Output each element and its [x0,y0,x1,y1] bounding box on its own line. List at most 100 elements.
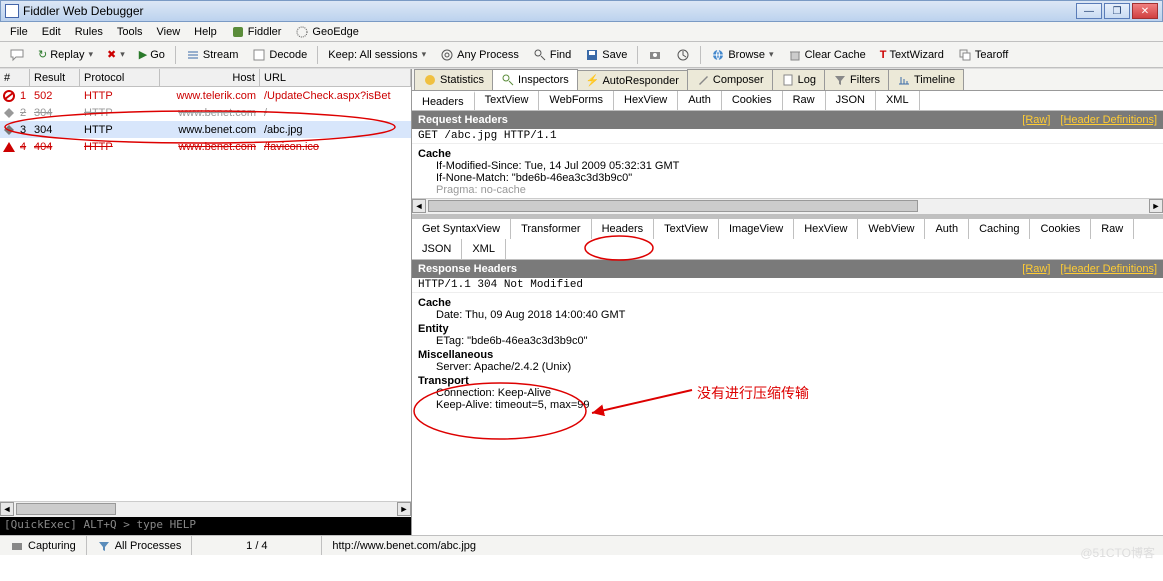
sess-result: 404 [30,141,80,153]
status-allprocesses[interactable]: All Processes [87,536,193,555]
reqhdr-raw-link[interactable]: [Raw] [1022,114,1050,126]
req-hscroll[interactable]: ◄ ► [412,198,1163,214]
menu-edit[interactable]: Edit [36,24,67,40]
resptab-cookies[interactable]: Cookies [1030,219,1091,239]
reqtab-raw[interactable]: Raw [783,91,826,110]
menu-view[interactable]: View [151,24,187,40]
resptab-headers[interactable]: Headers [592,219,655,239]
response-tabs: Get SyntaxView Transformer Headers TextV… [412,218,1163,260]
tab-composer[interactable]: Composer [687,69,773,90]
col-url[interactable]: URL [260,69,411,86]
tab-statistics[interactable]: Statistics [414,69,493,90]
reqtab-xml[interactable]: XML [876,91,920,110]
req-ifnone: If-None-Match: "bde6b-46ea3c3d3b9c0" [436,172,1157,184]
menu-tools[interactable]: Tools [111,24,149,40]
resphdr-title: Response Headers [418,263,517,275]
session-row[interactable]: 3 304 HTTP www.benet.com /abc.jpg [0,121,411,138]
replay-button[interactable]: ↻Replay▾ [32,45,99,64]
resptab-getsyntax[interactable]: Get SyntaxView [412,219,511,239]
request-tabs: Headers TextView WebForms HexView Auth C… [412,91,1163,111]
resptab-webview[interactable]: WebView [858,219,925,239]
col-result[interactable]: Result [30,69,80,86]
reqtab-webforms[interactable]: WebForms [539,91,614,110]
scroll-left-arrow[interactable]: ◄ [412,199,426,213]
go-button[interactable]: ▶Go [133,45,171,64]
quickexec-bar[interactable]: [QuickExec] ALT+Q > type HELP [0,517,411,535]
decode-button[interactable]: Decode [246,45,313,65]
tearoff-icon [958,48,972,62]
col-protocol[interactable]: Protocol [80,69,160,86]
close-button[interactable]: ✕ [1132,3,1158,19]
tearoff-button[interactable]: Tearoff [952,45,1014,65]
tab-log[interactable]: Log [772,69,825,90]
sess-result: 502 [30,90,80,102]
sess-url: /abc.jpg [260,124,411,136]
resptab-hexview[interactable]: HexView [794,219,858,239]
app-icon [5,4,19,18]
reqtab-textview[interactable]: TextView [475,91,540,110]
anyprocess-button[interactable]: Any Process [434,45,525,65]
clearcache-button[interactable]: Clear Cache [782,45,872,65]
textwizard-button[interactable]: TTextWizard [874,46,950,64]
resphdr-defs-link[interactable]: [Header Definitions] [1060,263,1157,275]
reqtab-headers[interactable]: Headers [412,91,475,110]
watermark: @51CTO博客 [1080,544,1155,561]
allproc-label: All Processes [115,540,182,552]
maximize-button[interactable]: ❐ [1104,3,1130,19]
reqhdr-defs-link[interactable]: [Header Definitions] [1060,114,1157,126]
stream-button[interactable]: Stream [180,45,244,65]
session-body: 1 502 HTTP www.telerik.com /UpdateCheck.… [0,87,411,501]
resptab-json[interactable]: JSON [412,239,462,259]
anyprocess-label: Any Process [457,49,519,61]
remove-button[interactable]: ✖▾ [101,45,131,64]
reqtab-cookies[interactable]: Cookies [722,91,783,110]
reqtab-hexview[interactable]: HexView [614,91,678,110]
session-row[interactable]: 1 502 HTTP www.telerik.com /UpdateCheck.… [0,87,411,104]
menu-help[interactable]: Help [188,24,223,40]
save-label: Save [602,49,627,61]
screenshot-button[interactable] [642,45,668,65]
composer-icon [696,73,710,87]
session-row[interactable]: 2 304 HTTP www.benet.com / [0,104,411,121]
tab-autoresponder[interactable]: ⚡AutoResponder [577,70,688,90]
scroll-left-arrow[interactable]: ◄ [0,502,14,516]
filter-icon [97,539,111,553]
tab-timeline[interactable]: Timeline [888,69,964,90]
save-button[interactable]: Save [579,45,633,65]
stream-icon [186,48,200,62]
resp-server: Server: Apache/2.4.2 (Unix) [436,361,1157,373]
comment-button[interactable] [4,45,30,65]
minimize-button[interactable]: — [1076,3,1102,19]
tab-label: AutoResponder [602,75,678,87]
menu-fiddler[interactable]: Fiddler [225,23,288,41]
resptab-transformer[interactable]: Transformer [511,219,592,239]
hscrollbar[interactable]: ◄ ► [0,501,411,517]
find-button[interactable]: Find [527,45,577,65]
resptab-xml[interactable]: XML [462,239,506,259]
status-capturing[interactable]: Capturing [0,536,87,555]
browse-button[interactable]: Browse▾ [705,45,779,65]
col-index[interactable]: # [0,69,30,86]
session-row[interactable]: 4 404 HTTP www.benet.com /favicon.ico [0,138,411,155]
resptab-textview[interactable]: TextView [654,219,719,239]
keep-dropdown[interactable]: Keep: All sessions▾ [322,46,432,64]
resptab-imageview[interactable]: ImageView [719,219,794,239]
menu-file[interactable]: File [4,24,34,40]
camera-icon [648,48,662,62]
resptab-auth[interactable]: Auth [925,219,969,239]
menu-rules[interactable]: Rules [69,24,109,40]
reqtab-auth[interactable]: Auth [678,91,722,110]
reqtab-json[interactable]: JSON [826,91,876,110]
tab-filters[interactable]: Filters [824,69,889,90]
scroll-right-arrow[interactable]: ► [397,502,411,516]
scroll-thumb[interactable] [428,200,918,212]
resphdr-raw-link[interactable]: [Raw] [1022,263,1050,275]
timer-button[interactable] [670,45,696,65]
resptab-caching[interactable]: Caching [969,219,1030,239]
col-host[interactable]: Host [160,69,260,86]
scroll-right-arrow[interactable]: ► [1149,199,1163,213]
scroll-thumb[interactable] [16,503,116,515]
tab-inspectors[interactable]: Inspectors [492,69,578,90]
menu-geoedge[interactable]: GeoEdge [289,23,364,41]
resptab-raw[interactable]: Raw [1091,219,1134,239]
